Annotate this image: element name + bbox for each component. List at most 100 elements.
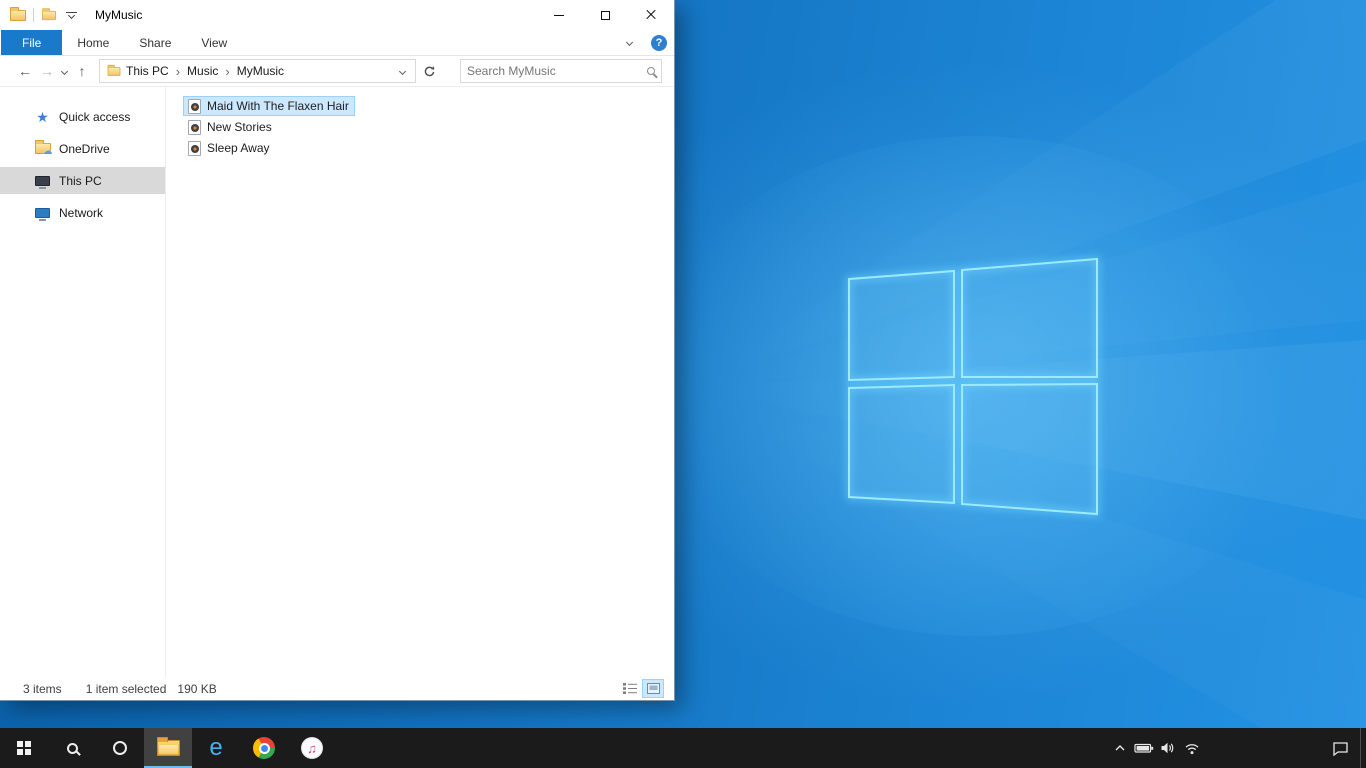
- cortana-button[interactable]: [96, 728, 144, 768]
- file-name: Sleep Away: [207, 141, 270, 155]
- breadcrumb-music[interactable]: Music: [183, 64, 222, 78]
- chevron-down-icon: [625, 38, 633, 47]
- breadcrumb-separator: ›: [175, 63, 181, 79]
- itunes-icon: ♫: [301, 737, 323, 759]
- action-center-button[interactable]: [1320, 728, 1360, 768]
- windows-logo: [848, 257, 1098, 516]
- help-button[interactable]: ?: [644, 30, 674, 55]
- taskbar-file-explorer-button[interactable]: [144, 728, 192, 768]
- up-button[interactable]: ↑: [71, 59, 93, 83]
- address-folder-icon: [107, 64, 121, 76]
- tab-view[interactable]: View: [186, 30, 242, 55]
- search-input[interactable]: [467, 64, 647, 78]
- start-button[interactable]: [0, 728, 48, 768]
- chevron-up-icon: [1115, 745, 1125, 751]
- large-icons-view-icon: [646, 683, 660, 694]
- search-icon: [66, 742, 78, 754]
- details-view-icon: [623, 683, 637, 694]
- refresh-icon: [424, 65, 434, 76]
- forward-button[interactable]: →: [36, 59, 58, 83]
- chrome-icon: [253, 737, 275, 759]
- volume-tray-button[interactable]: [1156, 728, 1180, 768]
- taskbar: e ♫: [0, 728, 1366, 768]
- status-bar: 3 items 1 item selected 190 KB: [0, 677, 674, 700]
- battery-tray-button[interactable]: [1132, 728, 1156, 768]
- sidebar-item-this-pc[interactable]: This PC: [0, 167, 165, 194]
- tab-file[interactable]: File: [1, 30, 63, 55]
- details-view-button[interactable]: [619, 679, 641, 698]
- minimize-button[interactable]: [536, 0, 582, 30]
- selection-status: 1 item selected: [85, 681, 167, 696]
- qat-divider: [33, 8, 34, 22]
- tab-home[interactable]: Home: [62, 30, 124, 55]
- speaker-icon: [1161, 742, 1174, 754]
- network-icon: [34, 204, 51, 221]
- close-button[interactable]: [628, 0, 674, 30]
- file-list[interactable]: Maid With The Flaxen Hair New Stories Sl…: [166, 87, 674, 677]
- music-file-icon: [188, 119, 201, 135]
- close-icon: [645, 9, 657, 21]
- breadcrumb-mymusic[interactable]: MyMusic: [233, 64, 288, 78]
- file-name: Maid With The Flaxen Hair: [207, 99, 349, 113]
- expand-ribbon-button[interactable]: [614, 30, 644, 55]
- music-file-icon: [188, 140, 201, 156]
- maximize-icon: [600, 10, 610, 20]
- taskbar-chrome-button[interactable]: [240, 728, 288, 768]
- maximize-button[interactable]: [582, 0, 628, 30]
- sidebar-item-label: Network: [59, 205, 104, 220]
- system-tray: [1108, 728, 1366, 768]
- tray-empty-area: [1204, 728, 1320, 768]
- file-name: New Stories: [207, 120, 272, 134]
- file-item-new-stories[interactable]: New Stories: [183, 117, 278, 137]
- onedrive-icon: [34, 140, 53, 157]
- desktop: MyMusic File Home Share View ? ← → ↑ Thi…: [0, 0, 1366, 768]
- ribbon-tabs: File Home Share View ?: [0, 30, 674, 56]
- sidebar-item-onedrive[interactable]: OneDrive: [0, 135, 165, 162]
- quick-access-toolbar-icon[interactable]: [42, 7, 56, 20]
- sidebar-item-label: OneDrive: [59, 141, 110, 156]
- tab-share[interactable]: Share: [124, 30, 186, 55]
- selection-size: 190 KB: [177, 681, 217, 696]
- cortana-icon: [113, 741, 127, 755]
- breadcrumb-this-pc[interactable]: This PC: [122, 64, 173, 78]
- back-button[interactable]: ←: [14, 59, 36, 83]
- search-icon: [647, 67, 655, 75]
- taskbar-itunes-button[interactable]: ♫: [288, 728, 336, 768]
- taskbar-internet-explorer-button[interactable]: e: [192, 728, 240, 768]
- address-box[interactable]: This PC › Music › MyMusic: [99, 59, 416, 83]
- breadcrumb-separator: ›: [225, 63, 230, 79]
- titlebar[interactable]: MyMusic: [0, 0, 674, 30]
- file-item-sleep-away[interactable]: Sleep Away: [183, 138, 276, 158]
- quick-access-star-icon: [34, 108, 51, 125]
- sidebar-item-quick-access[interactable]: Quick access: [0, 103, 165, 130]
- chevron-down-icon: [60, 67, 69, 75]
- search-box[interactable]: [460, 59, 662, 83]
- customize-quick-access-toolbar-button[interactable]: [66, 11, 77, 20]
- music-file-icon: [188, 98, 201, 114]
- large-icons-view-button[interactable]: [642, 679, 664, 698]
- sidebar-item-label: Quick access: [59, 109, 131, 124]
- windows-start-icon: [16, 740, 32, 756]
- minimize-icon: [554, 14, 564, 16]
- chevron-down-icon: [398, 67, 406, 75]
- refresh-button[interactable]: [416, 59, 442, 83]
- window-title: MyMusic: [95, 8, 143, 22]
- file-item-maid-with-the-flaxen-hair[interactable]: Maid With The Flaxen Hair: [183, 96, 355, 116]
- taskbar-search-button[interactable]: [48, 728, 96, 768]
- explorer-body: Quick access OneDrive This PC Network: [0, 87, 674, 677]
- file-explorer-window: MyMusic File Home Share View ? ← → ↑ Thi…: [0, 0, 675, 701]
- navigation-pane: Quick access OneDrive This PC Network: [0, 87, 166, 677]
- recent-locations-button[interactable]: [58, 67, 71, 75]
- file-explorer-icon: [156, 737, 180, 756]
- address-dropdown-button[interactable]: [393, 60, 411, 82]
- show-hidden-icons-button[interactable]: [1108, 728, 1132, 768]
- sidebar-item-network[interactable]: Network: [0, 199, 165, 226]
- breadcrumb: This PC › Music › MyMusic: [122, 64, 393, 79]
- sidebar-item-label: This PC: [59, 173, 102, 188]
- network-tray-button[interactable]: [1180, 728, 1204, 768]
- address-bar: ← → ↑ This PC › Music › MyMusic: [0, 56, 674, 87]
- items-count: 3 items: [23, 681, 62, 696]
- help-icon: ?: [651, 34, 667, 51]
- computer-icon: [34, 172, 51, 189]
- show-desktop-button[interactable]: [1360, 728, 1366, 768]
